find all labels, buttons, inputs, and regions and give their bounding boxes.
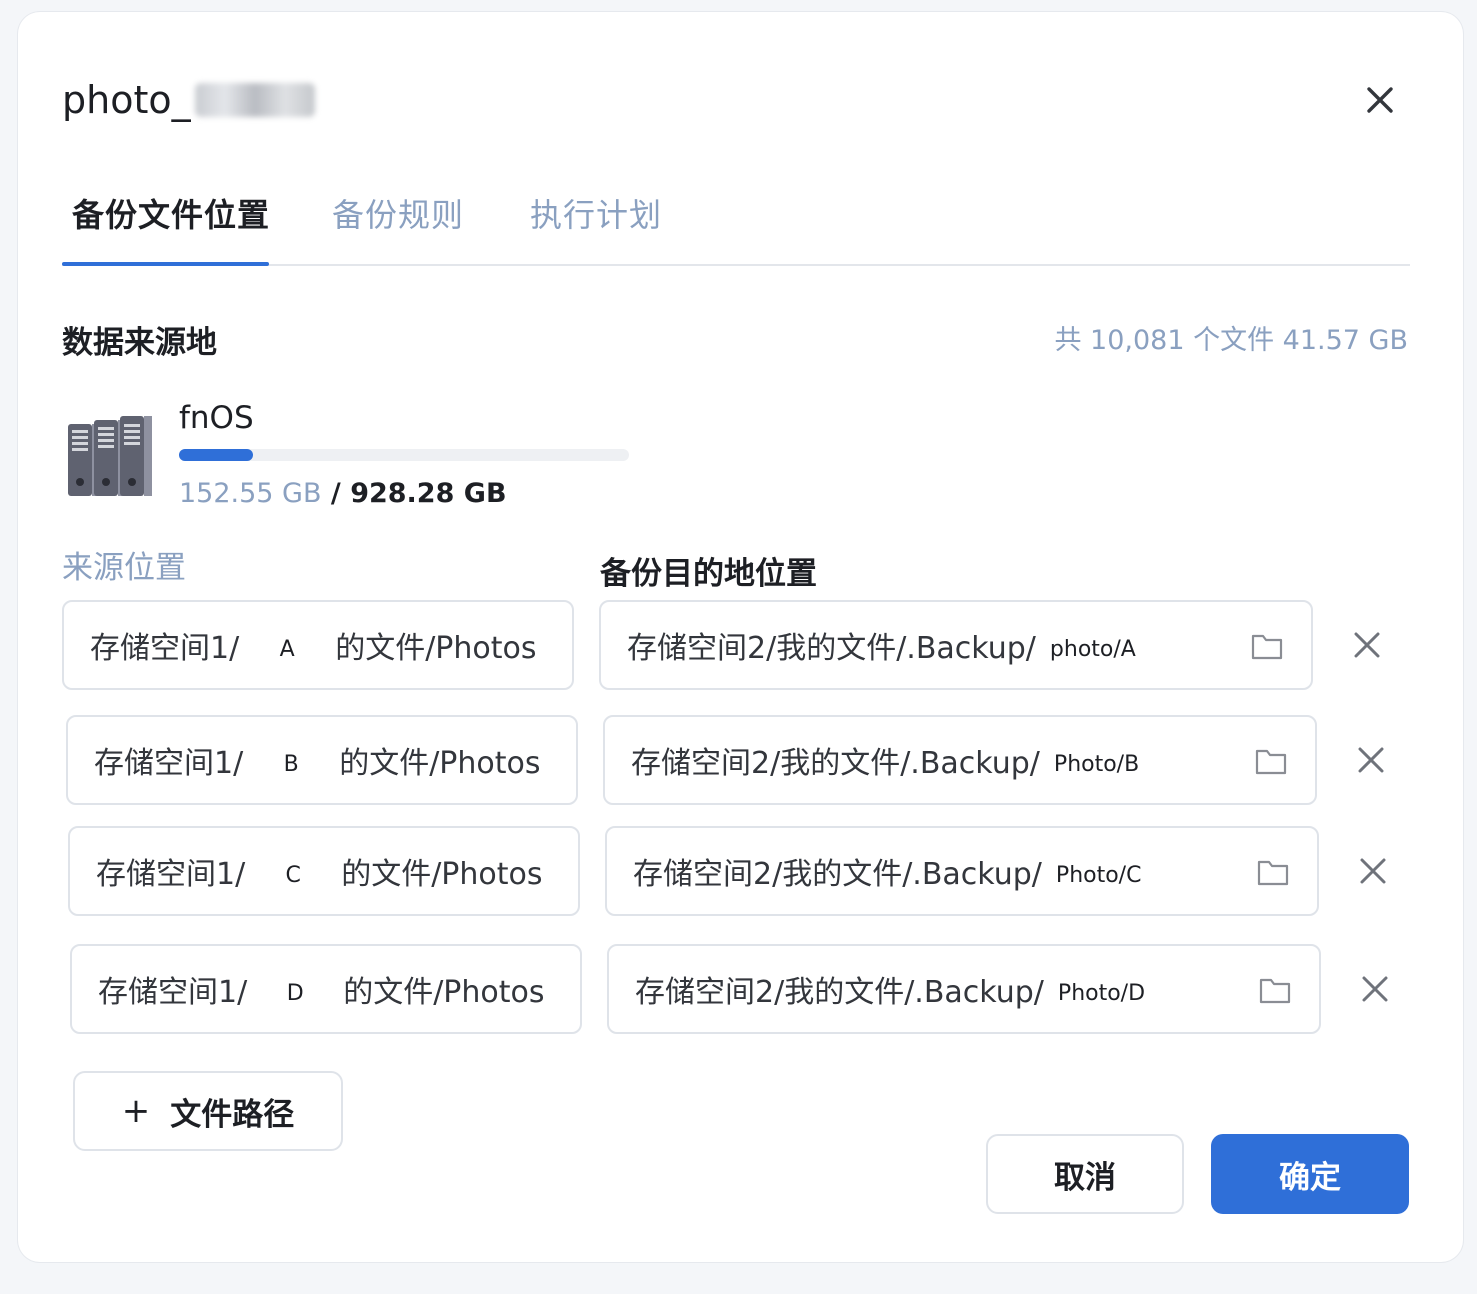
source-path-prefix: 存储空间1/ (94, 746, 244, 781)
tab-backup-location[interactable]: 备份文件位置 (72, 190, 270, 236)
destination-path-field[interactable]: 存储空间2/我的文件/.Backup/Photo/C (605, 826, 1319, 916)
storage-total: 928.28 GB (350, 478, 507, 509)
remove-row-icon[interactable] (1356, 745, 1386, 775)
file-summary: 共 10,081 个文件 41.57 GB (1054, 325, 1408, 356)
source-path-user: B (283, 751, 299, 777)
tab-bar: 备份文件位置 备份规则 执行计划 (62, 190, 1410, 266)
destination-path-subfolder: Photo/B (1053, 751, 1140, 777)
source-path-user: C (285, 862, 301, 888)
source-path-prefix: 存储空间1/ (90, 631, 240, 666)
folder-icon[interactable] (1251, 632, 1283, 660)
section-title-source: 数据来源地 (62, 325, 217, 361)
source-path-prefix: 存储空间1/ (98, 975, 248, 1010)
remove-row-icon[interactable] (1360, 974, 1390, 1004)
storage-separator: / (321, 478, 351, 509)
destination-path-prefix: 存储空间2/我的文件/.Backup/ (627, 631, 1036, 666)
cancel-button[interactable]: 取消 (986, 1134, 1184, 1214)
storage-usage-bar (179, 449, 629, 461)
dialog-title-text: photo_ (62, 78, 191, 122)
source-path-field[interactable]: 存储空间1/A 的文件/Photos (62, 600, 574, 690)
source-path-suffix: 的文件/Photos (341, 857, 543, 892)
destination-path-subfolder: Photo/C (1055, 862, 1142, 888)
remove-row-icon[interactable] (1352, 630, 1382, 660)
source-path-suffix: 的文件/Photos (343, 975, 545, 1010)
nas-server-icon (68, 416, 152, 496)
confirm-button[interactable]: 确定 (1211, 1134, 1409, 1214)
folder-icon[interactable] (1259, 976, 1291, 1004)
remove-row-icon[interactable] (1358, 856, 1388, 886)
destination-path-subfolder: photo/A (1049, 636, 1136, 662)
destination-path-field[interactable]: 存储空间2/我的文件/.Backup/Photo/D (607, 944, 1321, 1034)
source-path-prefix: 存储空间1/ (96, 857, 246, 892)
active-tab-indicator (62, 262, 269, 266)
tab-backup-rules[interactable]: 备份规则 (332, 190, 464, 236)
redacted-title-suffix (194, 83, 315, 117)
destination-column-label: 备份目的地位置 (600, 556, 817, 592)
destination-path-prefix: 存储空间2/我的文件/.Backup/ (631, 746, 1040, 781)
dialog-title: photo_ (62, 78, 315, 122)
tab-schedule[interactable]: 执行计划 (530, 190, 662, 236)
source-column-label: 来源位置 (62, 550, 186, 586)
close-button[interactable] (1360, 80, 1400, 120)
source-path-field[interactable]: 存储空间1/C 的文件/Photos (68, 826, 580, 916)
storage-usage-fill (179, 449, 253, 461)
storage-usage-text: 152.55 GB / 928.28 GB (179, 478, 507, 509)
source-path-user: A (279, 636, 295, 662)
add-file-path-button[interactable]: + 文件路径 (73, 1071, 343, 1151)
destination-path-prefix: 存储空间2/我的文件/.Backup/ (633, 857, 1042, 892)
device-name: fnOS (179, 400, 254, 436)
storage-used: 152.55 GB (179, 478, 322, 509)
folder-icon[interactable] (1255, 747, 1287, 775)
source-path-field[interactable]: 存储空间1/B 的文件/Photos (66, 715, 578, 805)
source-path-suffix: 的文件/Photos (339, 746, 541, 781)
add-file-path-label: 文件路径 (170, 1096, 295, 1133)
plus-icon: + (121, 1091, 151, 1131)
source-path-suffix: 的文件/Photos (335, 631, 537, 666)
destination-path-subfolder: Photo/D (1057, 980, 1146, 1006)
source-path-user: D (286, 980, 304, 1006)
close-icon (1367, 87, 1393, 113)
destination-path-prefix: 存储空间2/我的文件/.Backup/ (635, 975, 1044, 1010)
backup-task-dialog: photo_ 备份文件位置 备份规则 执行计划 数据来源地 共 10,081 个… (18, 12, 1463, 1262)
source-path-field[interactable]: 存储空间1/D 的文件/Photos (70, 944, 582, 1034)
folder-icon[interactable] (1257, 858, 1289, 886)
destination-path-field[interactable]: 存储空间2/我的文件/.Backup/photo/A (599, 600, 1313, 690)
destination-path-field[interactable]: 存储空间2/我的文件/.Backup/Photo/B (603, 715, 1317, 805)
